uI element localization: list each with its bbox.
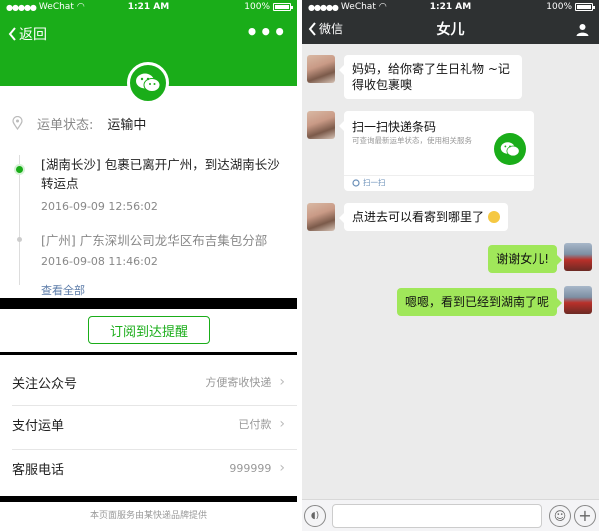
wechat-logo-icon [494,133,526,165]
timeline-item-text: [广州] 广东深圳公司龙华区布吉集包分部 [41,233,268,248]
mini-program-icon [352,178,360,187]
battery-icon [273,3,293,11]
follow-account-row[interactable]: 关注公众号 方便寄收快递 › [0,360,297,404]
wifi-icon: ◠ [378,2,387,12]
see-all-link[interactable]: 查看全部 [41,282,85,298]
contact-avatar[interactable] [307,203,335,231]
card-description: 可查询最新运单状态，使用相关服务 [352,136,472,145]
status-label: 运单状态: [37,117,94,133]
chat-nav-bar: 微信 女儿 [302,14,599,44]
row-key: 关注公众号 [12,376,78,392]
row-value: 方便寄收快递 [205,376,272,389]
chevron-right-icon: › [279,416,285,432]
chevron-right-icon: › [279,460,285,476]
carrier-name: WeChat [38,2,74,12]
wifi-icon: ◠ [76,2,85,12]
message-bubble: 点进去可以看寄到哪里了 [339,203,508,231]
carrier-name: WeChat [340,2,376,12]
contact-avatar[interactable] [307,55,335,83]
timeline-item-text: [湖南长沙] 包裹已离开广州，到达湖南长沙转运点 [41,157,280,191]
voice-icon[interactable]: ◖) [304,505,326,527]
footer-note: 本页面服务由某快递品牌提供 [0,503,297,525]
divider-bar [0,298,297,309]
express-detail-screen: ●●●●● WeChat ◠ 1:21 AM 100% 返回 ••• 运单状态: 运… [0,0,297,531]
my-avatar[interactable] [564,243,592,271]
battery-percent: 100% [546,2,572,12]
row-key: 支付运单 [12,418,65,434]
location-pin-icon [12,116,23,130]
chat-screen: ●●●●● WeChat ◠ 1:21 AM 100% 微信 女儿 妈妈，给你寄了生… [302,0,599,531]
timeline-item-time: 2016-09-08 11:46:02 [41,255,158,268]
pay-waybill-row[interactable]: 支付运单 已付款 › [0,402,297,446]
my-avatar[interactable] [564,286,592,314]
chat-title: 女儿 [436,22,465,38]
row-value: 999999 [229,461,272,475]
emoji-icon[interactable]: ☺ [549,505,571,527]
nav-bar: 返回 ••• [0,20,297,48]
person-icon [576,24,589,36]
contact-info-button[interactable] [576,21,589,40]
scan-card-message[interactable]: 扫一扫快递条码 可查询最新运单状态，使用相关服务 扫一扫 [339,111,534,191]
battery-percent: 100% [244,2,270,12]
message-text: 点进去可以看寄到哪里了 [352,210,485,224]
timeline-active-dot [14,164,25,175]
subscribe-button[interactable]: 订阅到达提醒 [88,316,210,344]
signal-icon: ●●●●● [308,2,339,12]
plus-icon[interactable]: + [574,505,596,527]
more-button[interactable]: ••• [246,20,287,44]
signal-icon: ●●●●● [6,2,37,12]
wechat-logo-icon [127,62,169,104]
card-footer-label: 扫一扫 [363,178,386,187]
status-value: 运输中 [107,117,147,133]
battery-icon [575,3,595,11]
back-label: 返回 [19,27,47,43]
divider-bar [0,352,297,355]
chat-input-bar: ◖) ☺ + [302,499,599,531]
shipment-status-row: 运单状态: 运输中 [0,106,297,140]
chevron-right-icon: › [279,374,285,390]
status-bar: ●●●●● WeChat ◠ 1:21 AM 100% [302,0,599,14]
back-button[interactable]: 返回 [8,24,47,44]
card-divider [344,175,534,176]
card-footer: 扫一扫 [352,177,386,188]
message-input[interactable] [332,504,542,528]
status-bar: ●●●●● WeChat ◠ 1:21 AM 100% [0,0,297,14]
chevron-left-icon [8,27,16,41]
customer-service-row[interactable]: 客服电话 999999 › [0,446,297,490]
card-title: 扫一扫快递条码 [352,120,437,134]
contact-avatar[interactable] [307,111,335,139]
grin-emoji-icon [487,211,500,223]
message-bubble: 谢谢女儿! [488,245,562,273]
divider-bar [0,496,297,502]
row-key: 客服电话 [12,462,65,478]
row-value: 已付款 [238,418,272,431]
timeline-dot [17,237,22,242]
timeline-item-time: 2016-09-09 12:56:02 [41,200,158,213]
message-bubble: 嗯嗯，看到已经到湖南了呢 [396,288,563,316]
message-bubble: 妈妈，给你寄了生日礼物 ~记得收包裹噢 [339,55,522,99]
